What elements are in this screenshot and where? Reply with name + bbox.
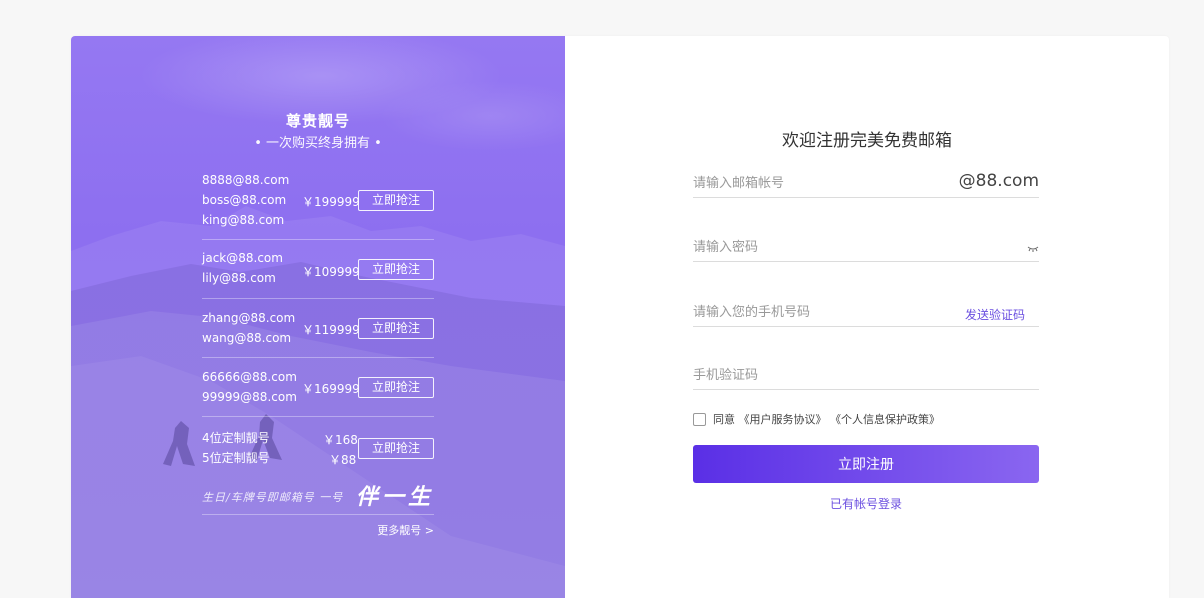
offer-price: ￥169999 [302, 382, 360, 396]
custom-account-label: 5位定制靓号 [202, 451, 270, 465]
register-card: 尊贵靓号 • 一次购买终身拥有 • 8888@88.com boss@88.co… [71, 36, 1169, 598]
buy-now-button[interactable]: 立即抢注 [358, 190, 434, 211]
offer-group: zhang@88.com wang@88.com ￥119999 立即抢注 [202, 308, 434, 358]
account-name: wang@88.com [202, 331, 292, 345]
custom-account-label: 4位定制靓号 [202, 431, 270, 445]
slogan-big: 伴一生 [355, 484, 434, 510]
slogan: 生日/车牌号即邮箱号 一号 伴一生 [202, 483, 434, 513]
buy-now-button[interactable]: 立即抢注 [358, 318, 434, 339]
account-name: 66666@88.com [202, 370, 297, 384]
password-field [693, 234, 1039, 262]
email-domain-suffix: @88.com [958, 171, 1039, 191]
send-code-button[interactable]: 发送验证码 [965, 306, 1025, 323]
offer-price: ￥199999 [302, 195, 360, 209]
verification-code-field [693, 362, 1039, 390]
agree-checkbox[interactable] [693, 412, 706, 426]
account-name: 8888@88.com [202, 173, 290, 187]
hero-subtitle: • 一次购买终身拥有 • [254, 136, 382, 151]
hero-title: 尊贵靓号 [285, 112, 350, 130]
password-input[interactable] [693, 234, 953, 261]
buy-now-button[interactable]: 立即抢注 [358, 377, 434, 398]
offer-price: ￥109999 [302, 265, 360, 279]
privacy-policy-link[interactable]: 《个人信息保护政策》 [830, 413, 940, 426]
buy-now-button[interactable]: 立即抢注 [358, 259, 434, 280]
login-link[interactable]: 已有帐号登录 [693, 495, 1039, 512]
account-name: zhang@88.com [202, 311, 296, 325]
slogan-small: 生日/车牌号即邮箱号 一号 [202, 491, 344, 504]
offer-price: ￥168 [323, 433, 358, 447]
buy-now-button[interactable]: 立即抢注 [358, 438, 434, 459]
agree-prefix: 同意 [713, 413, 735, 426]
offer-group: 4位定制靓号 5位定制靓号 ￥168 ￥88 立即抢注 [202, 428, 434, 472]
email-field: @88.com [693, 170, 1039, 198]
divider [202, 298, 434, 299]
phone-input[interactable] [693, 298, 953, 326]
account-name: lily@88.com [202, 271, 276, 285]
account-name: boss@88.com [202, 193, 287, 207]
agreement-text: 同意 《用户服务协议》 《个人信息保护政策》 [713, 411, 940, 427]
premium-promo-panel: 尊贵靓号 • 一次购买终身拥有 • 8888@88.com boss@88.co… [71, 36, 565, 598]
promo-content: 尊贵靓号 • 一次购买终身拥有 • 8888@88.com boss@88.co… [71, 36, 565, 598]
divider [202, 239, 434, 240]
agreement-row: 同意 《用户服务协议》 《个人信息保护政策》 [693, 411, 940, 427]
offer-price: ￥88 [329, 453, 357, 467]
register-form-panel: 欢迎注册完美免费邮箱 @88.com 发送验证码 同意 《用 [565, 36, 1169, 598]
offer-price: ￥119999 [302, 323, 360, 337]
offer-group: 66666@88.com 99999@88.com ￥169999 立即抢注 [202, 367, 434, 417]
form-title: 欢迎注册完美免费邮箱 [782, 131, 952, 151]
account-name: jack@88.com [202, 251, 283, 265]
eye-closed-icon[interactable] [1027, 246, 1039, 252]
divider [202, 416, 434, 417]
offer-group: 8888@88.com boss@88.com king@88.com ￥199… [202, 170, 434, 240]
register-button[interactable]: 立即注册 [693, 445, 1039, 483]
divider [202, 357, 434, 358]
more-premium-link[interactable]: 更多靓号 > [377, 522, 434, 538]
account-name: king@88.com [202, 213, 285, 227]
user-service-agreement-link[interactable]: 《用户服务协议》 [739, 413, 827, 426]
verification-code-input[interactable] [693, 362, 953, 389]
phone-field: 发送验证码 [693, 298, 1039, 327]
offer-group: jack@88.com lily@88.com ￥109999 立即抢注 [202, 248, 434, 299]
account-name: 99999@88.com [202, 390, 297, 404]
divider [202, 514, 434, 515]
email-input[interactable] [693, 170, 953, 197]
